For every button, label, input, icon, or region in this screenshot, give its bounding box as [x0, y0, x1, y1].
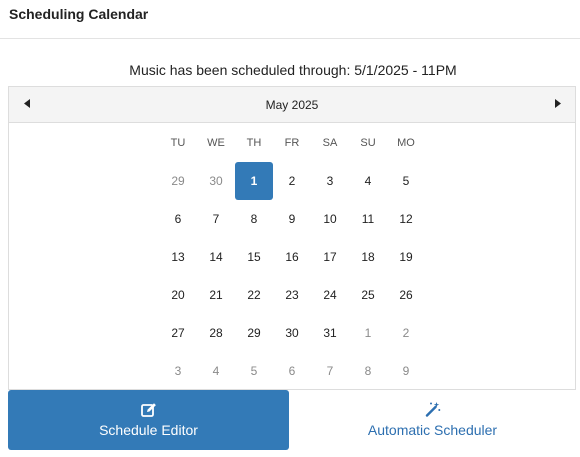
- schedule-editor-button[interactable]: Schedule Editor: [8, 390, 289, 450]
- calendar-day[interactable]: 11: [349, 200, 387, 238]
- calendar-day[interactable]: 15: [235, 238, 273, 276]
- calendar-day[interactable]: 3: [311, 162, 349, 200]
- calendar-day[interactable]: 16: [273, 238, 311, 276]
- weekday-header: FR: [284, 137, 300, 149]
- calendar-day[interactable]: 29: [235, 314, 273, 352]
- calendar-day[interactable]: 8: [349, 352, 387, 390]
- edit-icon: [8, 401, 289, 417]
- calendar-day[interactable]: 6: [273, 352, 311, 390]
- calendar-day[interactable]: 17: [311, 238, 349, 276]
- calendar-day[interactable]: 1: [349, 314, 387, 352]
- calendar-nav-bar: May 2025: [9, 87, 575, 123]
- weekday-header: MO: [397, 137, 415, 149]
- calendar-day[interactable]: 25: [349, 276, 387, 314]
- chevron-left-icon: [23, 99, 31, 111]
- calendar-day[interactable]: 27: [159, 314, 197, 352]
- calendar-day[interactable]: 5: [387, 162, 425, 200]
- calendar-day[interactable]: 26: [387, 276, 425, 314]
- weekday-header: SA: [322, 137, 338, 149]
- calendar-day[interactable]: 9: [273, 200, 311, 238]
- next-month-button[interactable]: [542, 87, 572, 123]
- weekday-header: WE: [207, 137, 225, 149]
- month-label[interactable]: May 2025: [9, 87, 575, 123]
- schedule-editor-label: Schedule Editor: [99, 422, 198, 438]
- prev-month-button[interactable]: [12, 87, 42, 123]
- magic-wand-icon: [289, 401, 576, 417]
- calendar-day[interactable]: 5: [235, 352, 273, 390]
- calendar-day[interactable]: 2: [387, 314, 425, 352]
- calendar-day[interactable]: 19: [387, 238, 425, 276]
- calendar-day[interactable]: 18: [349, 238, 387, 276]
- calendar-day[interactable]: 7: [311, 352, 349, 390]
- calendar-day[interactable]: 28: [197, 314, 235, 352]
- calendar-day[interactable]: 21: [197, 276, 235, 314]
- calendar-day[interactable]: 31: [311, 314, 349, 352]
- weekday-header: TH: [246, 137, 262, 149]
- automatic-scheduler-label: Automatic Scheduler: [367, 422, 498, 438]
- weekday-header: SU: [360, 137, 376, 149]
- calendar-day-selected[interactable]: 1: [235, 162, 273, 200]
- calendar-day[interactable]: 23: [273, 276, 311, 314]
- calendar-day[interactable]: 2: [273, 162, 311, 200]
- calendar-day[interactable]: 13: [159, 238, 197, 276]
- calendar-day[interactable]: 29: [159, 162, 197, 200]
- calendar-day[interactable]: 8: [235, 200, 273, 238]
- calendar-day[interactable]: 20: [159, 276, 197, 314]
- automatic-scheduler-button[interactable]: Automatic Scheduler: [289, 390, 576, 450]
- calendar-day[interactable]: 12: [387, 200, 425, 238]
- calendar-day[interactable]: 30: [273, 314, 311, 352]
- calendar-day[interactable]: 7: [197, 200, 235, 238]
- calendar-day[interactable]: 4: [349, 162, 387, 200]
- calendar-day[interactable]: 24: [311, 276, 349, 314]
- calendar-day[interactable]: 22: [235, 276, 273, 314]
- chevron-right-icon: [554, 99, 561, 111]
- scheduling-calendar: May 2025 TU WE TH FR SA SU MO 29 30 1 2 3 4 5 6 7 8 9 10 11…: [8, 86, 576, 390]
- calendar-day[interactable]: 9: [387, 352, 425, 390]
- calendar-day[interactable]: 10: [311, 200, 349, 238]
- calendar-day[interactable]: 14: [197, 238, 235, 276]
- schedule-status-text: Music has been scheduled through: 5/1/20…: [129, 62, 457, 78]
- weekday-header: TU: [170, 137, 186, 149]
- page-title: Scheduling Calendar: [9, 6, 149, 22]
- page-header: Scheduling Calendar: [0, 0, 580, 39]
- calendar-day[interactable]: 3: [159, 352, 197, 390]
- calendar-day[interactable]: 4: [197, 352, 235, 390]
- calendar-day[interactable]: 30: [197, 162, 235, 200]
- calendar-day[interactable]: 6: [159, 200, 197, 238]
